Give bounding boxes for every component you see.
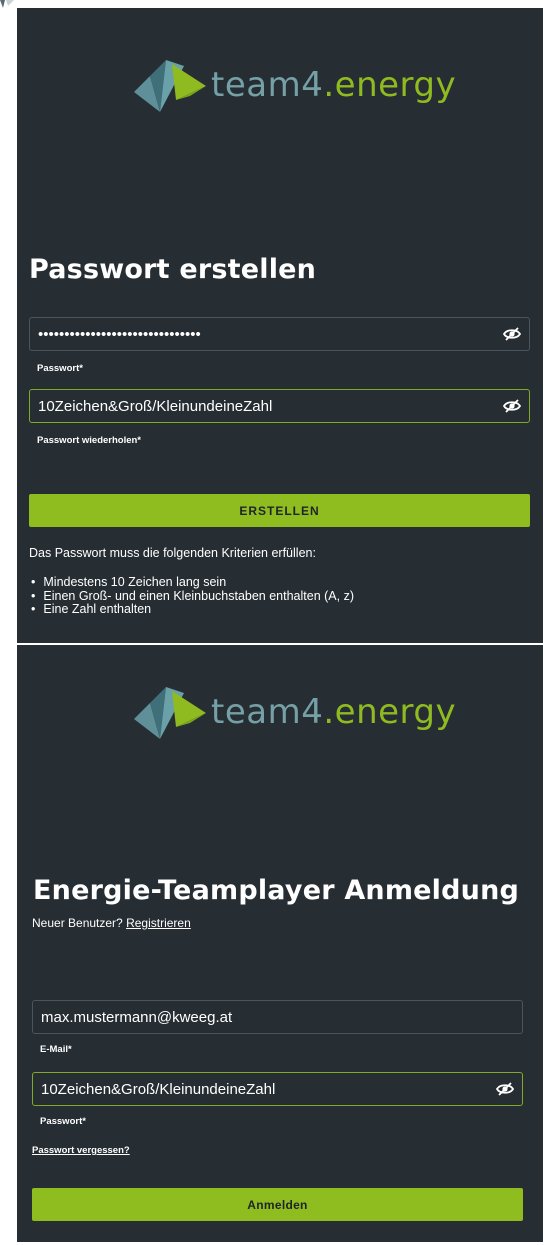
team4-energy-logo-icon bbox=[134, 60, 206, 112]
list-item: Einen Groß- und einen Kleinbuchstaben en… bbox=[29, 589, 354, 604]
login-password-input[interactable] bbox=[33, 1073, 488, 1105]
login-panel: team4.energy Energie-Teamplayer Anmeldun… bbox=[17, 645, 543, 1242]
create-button[interactable]: ERSTELLEN bbox=[29, 494, 530, 527]
page-title: Passwort erstellen bbox=[29, 254, 317, 285]
criteria-list: Mindestens 10 Zeichen lang sein Einen Gr… bbox=[29, 575, 354, 617]
create-password-panel: team4.energy Passwort erstellen Passwort… bbox=[17, 8, 543, 643]
brand-logo: team4.energy bbox=[132, 56, 456, 114]
login-button[interactable]: Anmelden bbox=[32, 1188, 523, 1221]
login-title: Energie-Teamplayer Anmeldung bbox=[33, 875, 520, 906]
password-input[interactable] bbox=[30, 318, 495, 350]
new-user-prompt: Neuer Benutzer? Registrieren bbox=[32, 916, 191, 930]
login-password-label: Passwort* bbox=[40, 1116, 86, 1127]
repeat-password-field[interactable] bbox=[29, 389, 530, 423]
password-field[interactable] bbox=[29, 317, 530, 351]
register-link[interactable]: Registrieren bbox=[126, 916, 191, 930]
email-field[interactable] bbox=[32, 1000, 523, 1034]
repeat-password-input[interactable] bbox=[30, 390, 495, 422]
eye-off-icon[interactable] bbox=[495, 318, 529, 350]
email-label: E-Mail* bbox=[40, 1044, 72, 1055]
list-item: Mindestens 10 Zeichen lang sein bbox=[29, 575, 354, 590]
login-password-field[interactable] bbox=[32, 1072, 523, 1106]
eye-off-icon[interactable] bbox=[488, 1073, 522, 1105]
list-item: Eine Zahl enthalten bbox=[29, 602, 354, 617]
team4-energy-logo-icon bbox=[134, 687, 206, 739]
password-label: Passwort* bbox=[37, 363, 83, 374]
new-user-text: Neuer Benutzer? bbox=[32, 916, 123, 930]
repeat-password-label: Passwort wiederholen* bbox=[37, 435, 142, 446]
eye-off-icon[interactable] bbox=[495, 390, 529, 422]
corner-fragment-icon bbox=[0, 0, 14, 8]
brand-logo: team4.energy bbox=[132, 683, 456, 741]
brand-logo-text: team4.energy bbox=[211, 65, 457, 105]
email-input[interactable] bbox=[33, 1001, 522, 1033]
criteria-intro: Das Passwort muss die folgenden Kriterie… bbox=[29, 546, 316, 560]
forgot-password-link[interactable]: Passwort vergessen? bbox=[32, 1145, 130, 1156]
brand-logo-text: team4.energy bbox=[211, 692, 457, 732]
